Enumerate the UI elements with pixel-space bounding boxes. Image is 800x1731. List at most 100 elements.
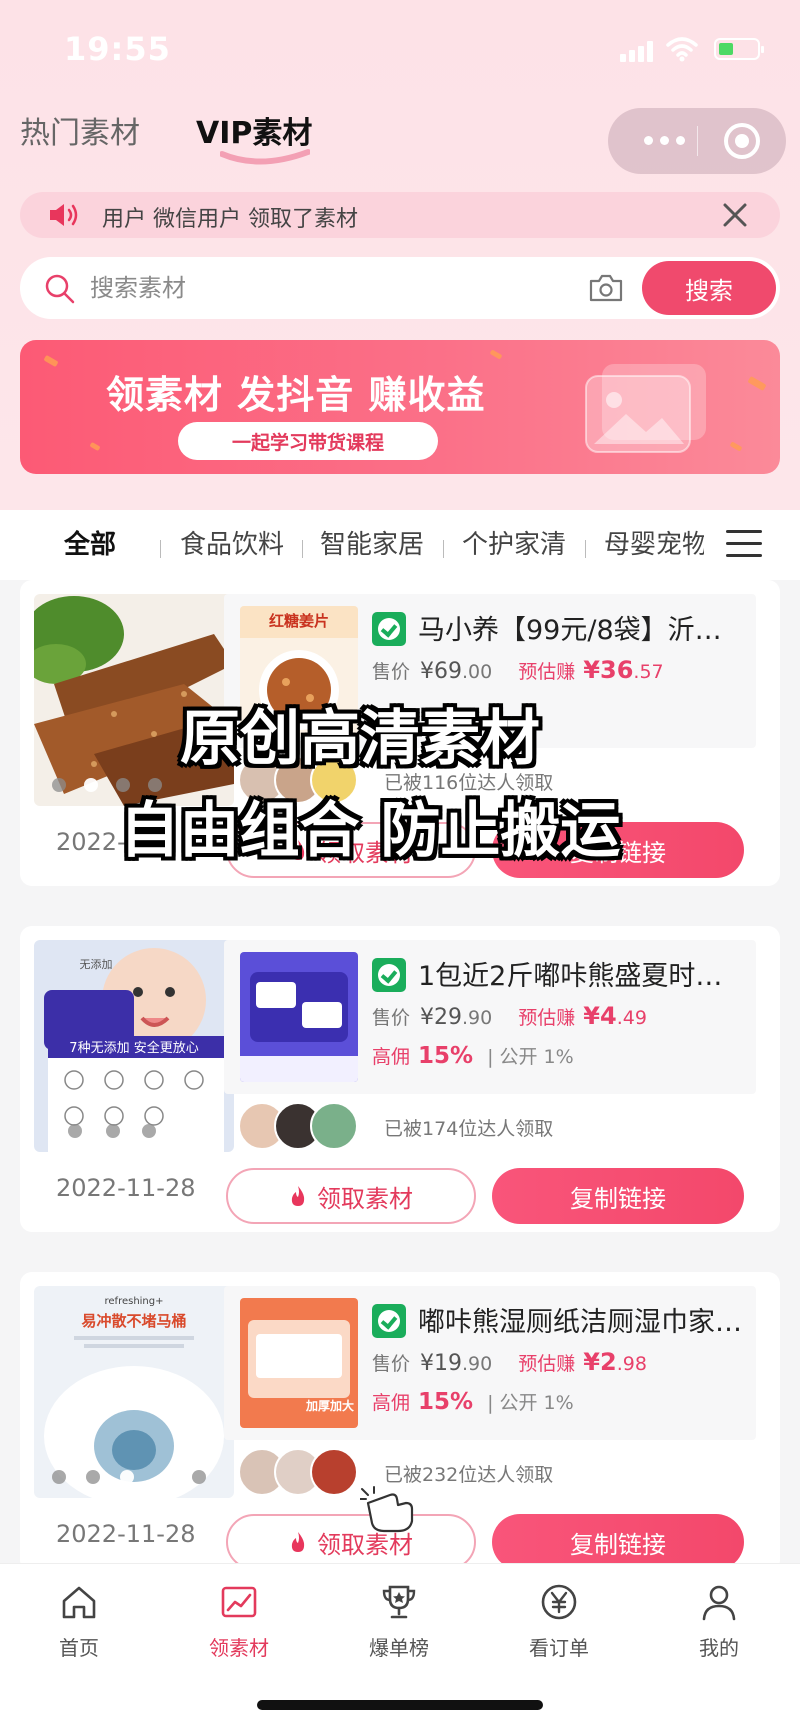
avatar-group: [238, 1102, 368, 1152]
baby-wipes-image: 7种无添加 安全更放心 无添加: [34, 940, 234, 1152]
commission-row: 高佣 15% | 公开 1%: [372, 1042, 574, 1069]
claimed-count: 已被232位达人领取: [384, 1464, 554, 1486]
confetti: [489, 349, 503, 360]
signal-icon: [620, 40, 654, 62]
category-smart-home[interactable]: 智能家居: [320, 524, 424, 561]
wechat-pay-icon: [372, 612, 406, 646]
product-card: 7种无添加 安全更放心 无添加 1包近2斤嘟咔熊盛夏时光婴儿湿巾 售价 ¥29.9…: [20, 926, 780, 1232]
get-material-button[interactable]: 领取素材: [226, 1168, 476, 1224]
confetti: [43, 354, 59, 368]
copy-link-button[interactable]: 复制链接: [492, 1168, 744, 1224]
battery-icon: [714, 38, 764, 60]
earn-label: 预估赚: [518, 1353, 576, 1375]
product-info[interactable]: 加厚加大 嘟咔熊湿厕纸洁厕湿巾家庭装 售价 ¥19.90 预估赚 ¥2.98 高佣 1…: [224, 1286, 756, 1440]
price-label: 售价: [372, 661, 411, 683]
claimed-count: 已被116位达人领取: [384, 772, 554, 794]
category-food[interactable]: 食品饮料: [180, 524, 284, 561]
search-input[interactable]: [90, 269, 590, 307]
category-personal-care[interactable]: 个护家清: [462, 524, 566, 561]
earn-decimal: .49: [616, 1007, 647, 1029]
category-baby-pets[interactable]: 母婴宠物: [604, 524, 704, 561]
menu-icon[interactable]: [726, 528, 762, 560]
product-info[interactable]: 1包近2斤嘟咔熊盛夏时光婴儿湿巾 售价 ¥29.90 预估赚 ¥4.49 高佣 15%…: [224, 940, 756, 1094]
tab-hot-materials[interactable]: 热门素材: [20, 108, 140, 152]
avatar: [310, 1102, 358, 1150]
confetti: [89, 441, 101, 452]
product-thumbnail: 红糖姜片: [240, 606, 358, 736]
tab-get-materials[interactable]: 领素材: [184, 1574, 294, 1664]
category-bar: 全部 食品饮料 智能家居 个护家清 母婴宠物: [0, 510, 800, 580]
price-label: 售价: [372, 1353, 411, 1375]
tab-home[interactable]: 首页: [24, 1574, 134, 1664]
image-icon: [585, 364, 706, 453]
get-material-button[interactable]: 领取素材: [226, 1514, 476, 1570]
public-commission: | 公开 1%: [487, 1392, 574, 1414]
status-bar: 19:55: [0, 0, 800, 100]
tab-vip-materials[interactable]: VIP素材: [196, 108, 312, 152]
thumb-label: 红糖姜片: [269, 612, 329, 630]
close-miniprogram-icon[interactable]: [724, 123, 760, 159]
earn-value: ¥4: [583, 1002, 617, 1030]
fire-icon: [291, 1186, 305, 1206]
earn-label: 预估赚: [518, 661, 576, 683]
price-decimal: .90: [462, 1353, 493, 1375]
capsule-divider: [697, 126, 698, 156]
product-title: 1包近2斤嘟咔熊盛夏时光婴儿湿巾: [418, 961, 748, 992]
tab-bestsellers[interactable]: 爆单榜: [344, 1574, 454, 1664]
camera-icon[interactable]: [588, 273, 624, 303]
carousel-dots: [52, 778, 212, 792]
search-button[interactable]: 搜索: [642, 261, 776, 315]
earn-decimal: .57: [633, 661, 664, 683]
product-title: 马小养【99元/8袋】沂蒙山红糖姜片: [418, 615, 748, 646]
price-decimal: .00: [462, 661, 493, 683]
confetti: [747, 375, 767, 392]
product-info[interactable]: 红糖姜片 马小养【99元/8袋】沂蒙山红糖姜片 售价 ¥69.00 预估赚 ¥36.…: [224, 594, 756, 748]
carousel-dots: [52, 1124, 212, 1138]
get-material-button[interactable]: 领取素材: [226, 822, 476, 878]
product-image[interactable]: refreshing+ 易冲散不堵马桶: [34, 1286, 234, 1498]
claimed-count: 已被174位达人领取: [384, 1118, 554, 1140]
tab-orders[interactable]: 看订单: [504, 1574, 614, 1664]
product-date: 2022-11-28: [56, 1174, 196, 1202]
fire-icon: [291, 1532, 305, 1552]
copy-link-button[interactable]: 复制链接: [492, 822, 744, 878]
price-row: 售价 ¥19.90 预估赚 ¥2.98: [372, 1348, 647, 1376]
miniprogram-capsule: [608, 108, 786, 174]
home-indicator: [257, 1700, 543, 1710]
commission-value: 15%: [418, 1389, 474, 1415]
product-title: 嘟咔熊湿厕纸洁厕湿巾家庭装: [418, 1307, 748, 1338]
search-icon: [45, 274, 75, 304]
product-image[interactable]: [34, 594, 234, 806]
confetti: [729, 441, 743, 452]
get-material-label: 领取素材: [317, 838, 413, 867]
price-row: 售价 ¥69.00 预估赚 ¥36.57: [372, 656, 664, 684]
home-icon: [62, 1586, 96, 1619]
commission-label: 高佣: [372, 1392, 411, 1414]
tab-mine[interactable]: 我的: [664, 1574, 774, 1664]
wechat-pay-icon: [372, 1304, 406, 1338]
category-separator: [585, 540, 586, 558]
copy-link-button[interactable]: 复制链接: [492, 1514, 744, 1570]
earn-decimal: .98: [616, 1353, 647, 1375]
product-image[interactable]: 7种无添加 安全更放心 无添加: [34, 940, 234, 1152]
active-tab-indicator: [220, 149, 310, 165]
product-thumbnail: [240, 952, 358, 1082]
price-label: 售价: [372, 1007, 411, 1029]
close-icon[interactable]: [718, 198, 752, 232]
chart-icon: [221, 1586, 257, 1618]
tab-label: 领素材: [209, 1636, 269, 1660]
category-all[interactable]: 全部: [64, 524, 116, 561]
category-separator: [160, 540, 161, 558]
more-icon[interactable]: [644, 130, 688, 150]
tab-label: 爆单榜: [369, 1636, 429, 1660]
price-value: ¥29: [420, 1005, 463, 1030]
product-date: 2022-11-28: [56, 1520, 196, 1548]
learn-course-button[interactable]: 一起学习带货课程: [178, 422, 438, 460]
avatar: [310, 756, 358, 804]
image-label: 无添加: [80, 957, 113, 971]
thumb-label: 加厚加大: [305, 1398, 354, 1413]
promo-banner[interactable]: 领素材 发抖音 赚收益 一起学习带货课程: [20, 340, 780, 474]
trophy-icon: [382, 1585, 416, 1619]
get-material-label: 领取素材: [317, 1184, 413, 1213]
search-bar: 搜索: [20, 257, 780, 319]
